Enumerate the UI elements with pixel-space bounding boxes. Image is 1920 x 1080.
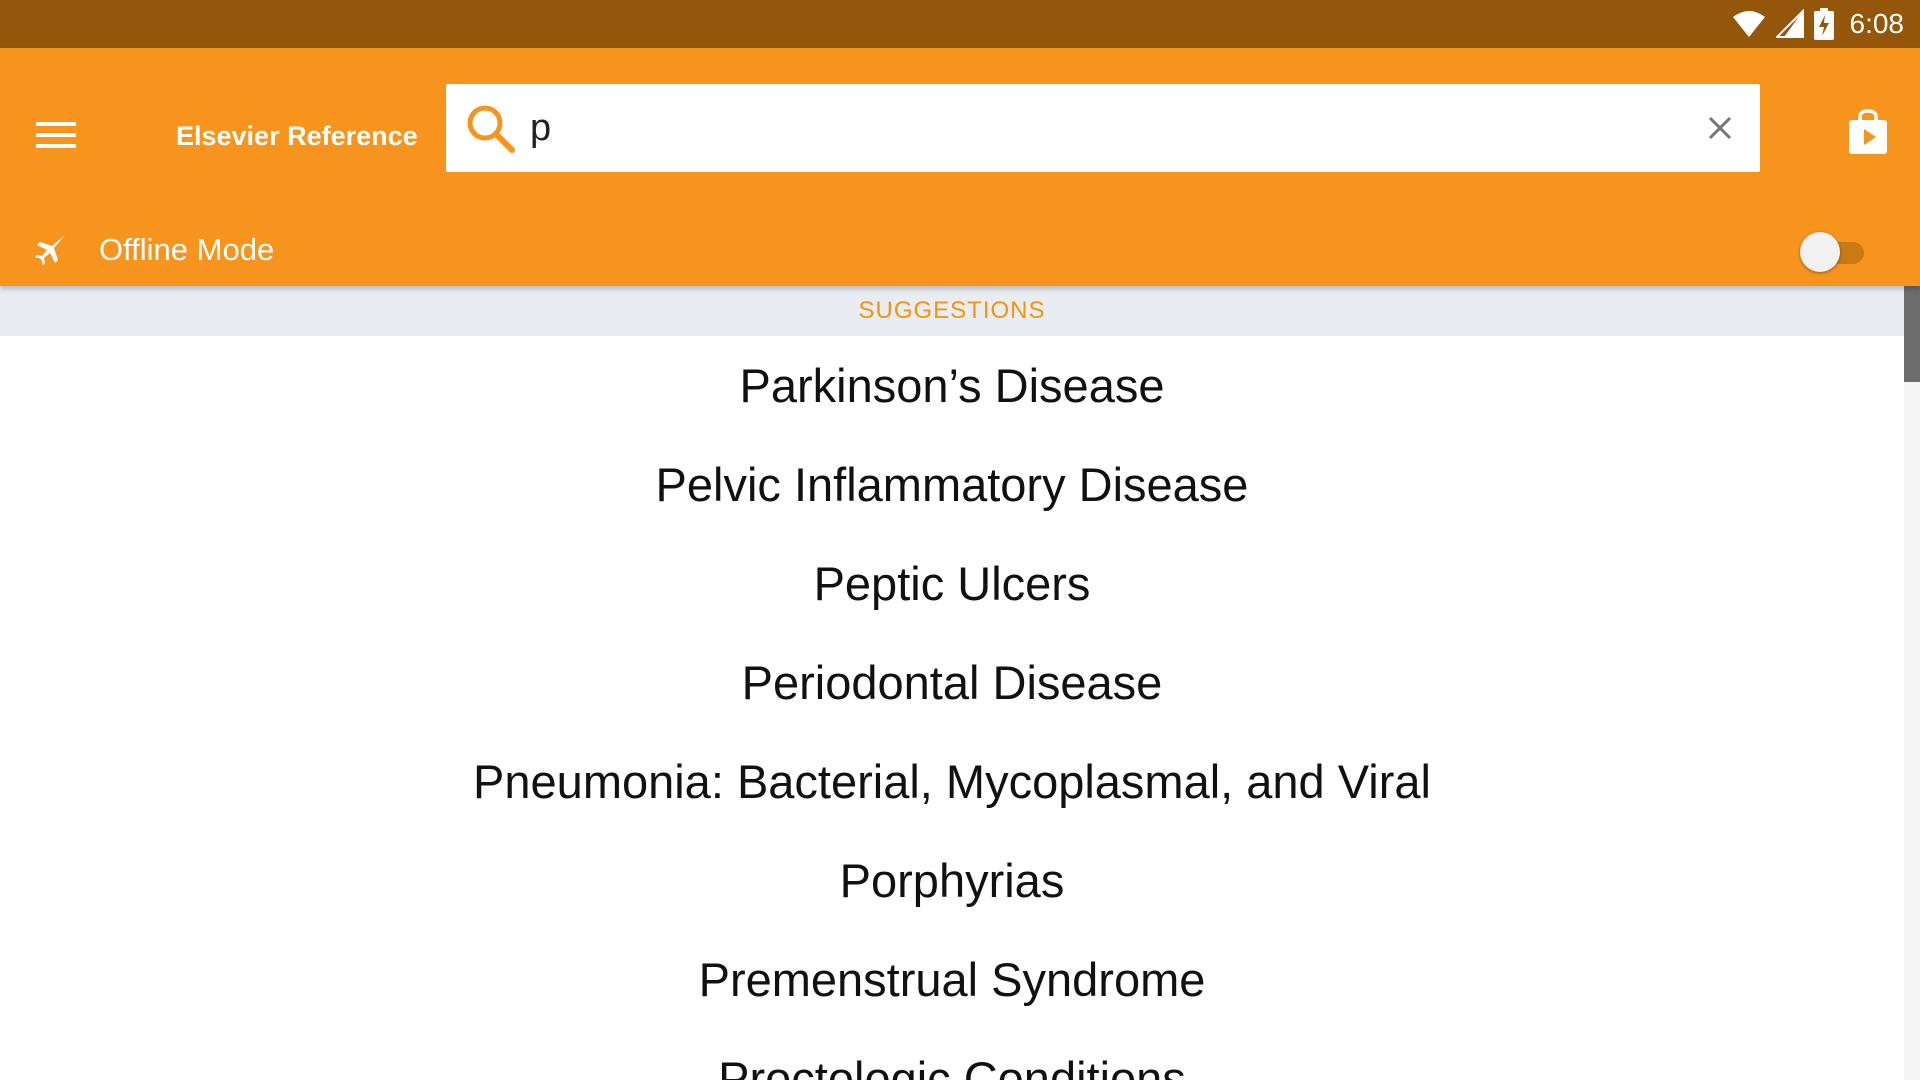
scrollbar-track[interactable] bbox=[1904, 286, 1920, 1080]
suggestion-item[interactable]: Porphyrias bbox=[0, 831, 1904, 930]
battery-charging-icon bbox=[1813, 8, 1834, 40]
app-screen: 6:08 Elsevier Reference p Offline Mode S… bbox=[0, 0, 1920, 1080]
magnifier-icon bbox=[467, 105, 515, 153]
status-bar: 6:08 bbox=[0, 0, 1920, 48]
suggestion-item[interactable]: Peptic Ulcers bbox=[0, 534, 1904, 633]
app-bar: Elsevier Reference p Offline Mode bbox=[0, 48, 1920, 286]
play-store-bag-icon bbox=[1849, 109, 1887, 154]
scrollbar-thumb[interactable] bbox=[1904, 286, 1920, 382]
airplane-icon bbox=[35, 235, 65, 265]
suggestion-item[interactable]: Pelvic Inflammatory Disease bbox=[0, 435, 1904, 534]
toggle-thumb bbox=[1800, 232, 1840, 272]
suggestion-item[interactable]: Premenstrual Syndrome bbox=[0, 930, 1904, 1029]
offline-mode-label: Offline Mode bbox=[99, 232, 275, 267]
suggestion-item[interactable]: Periodontal Disease bbox=[0, 633, 1904, 732]
close-icon bbox=[1708, 116, 1732, 140]
status-time: 6:08 bbox=[1849, 8, 1905, 39]
suggestions-header: SUGGESTIONS bbox=[0, 286, 1904, 336]
cell-signal-icon bbox=[1775, 9, 1804, 38]
hamburger-menu-icon bbox=[36, 122, 76, 148]
clear-search-button[interactable] bbox=[1696, 104, 1744, 152]
offline-mode-row: Offline Mode bbox=[0, 220, 1920, 284]
store-button[interactable] bbox=[1836, 96, 1900, 168]
app-title: Elsevier Reference bbox=[176, 121, 418, 151]
status-icons: 6:08 bbox=[1732, 0, 1905, 48]
suggestion-item[interactable]: Pneumonia: Bacterial, Mycoplasmal, and V… bbox=[0, 732, 1904, 831]
offline-mode-toggle[interactable] bbox=[1800, 232, 1866, 272]
suggestion-item[interactable]: Proctologic Conditions bbox=[0, 1029, 1904, 1080]
search-input[interactable] bbox=[526, 94, 1634, 162]
menu-button[interactable] bbox=[24, 103, 88, 167]
search-box[interactable] bbox=[446, 84, 1760, 172]
suggestion-list: Parkinson’s Disease Pelvic Inflammatory … bbox=[0, 336, 1904, 1080]
suggestion-item[interactable]: Parkinson’s Disease bbox=[0, 336, 1904, 435]
wifi-icon bbox=[1732, 11, 1765, 37]
